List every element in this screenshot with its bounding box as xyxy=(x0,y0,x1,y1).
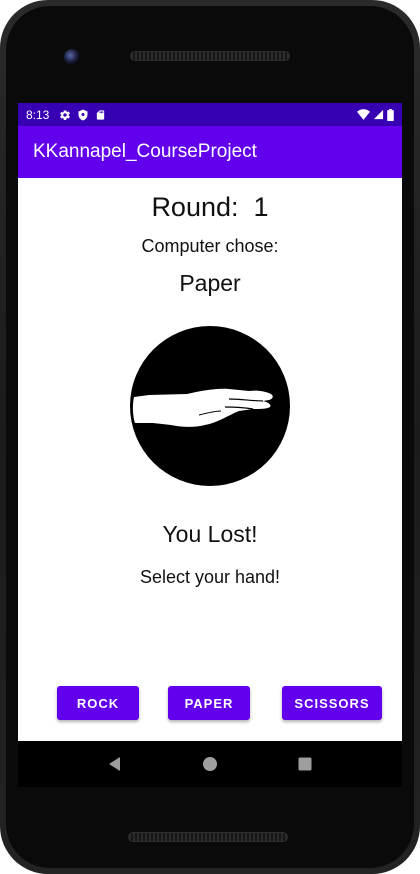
shield-icon xyxy=(77,109,89,121)
bottom-speaker xyxy=(128,832,288,842)
status-icons-left xyxy=(59,109,106,121)
recents-icon[interactable] xyxy=(291,750,319,778)
rock-button[interactable]: ROCK xyxy=(57,686,139,720)
status-bar: 8:13 xyxy=(18,103,402,126)
paper-button[interactable]: PAPER xyxy=(168,686,250,720)
signal-icon xyxy=(373,109,384,120)
game-content: Round: 1 Computer chose: Paper You Lost!… xyxy=(18,178,402,741)
computer-choice-text: Paper xyxy=(179,270,241,296)
app-bar: KKannapel_CourseProject xyxy=(18,126,402,178)
device-screen: 8:13 KKannapel_CourseProject Round: 1 Co… xyxy=(18,103,402,741)
status-icons-right xyxy=(357,108,394,121)
round-number: 1 xyxy=(253,192,269,222)
round-indicator: Round: 1 xyxy=(18,192,402,223)
earpiece-speaker xyxy=(130,51,290,61)
computer-chose-label: Computer chose: xyxy=(141,236,279,256)
front-camera xyxy=(64,49,80,65)
home-icon[interactable] xyxy=(196,750,224,778)
paper-hand-icon xyxy=(129,325,291,487)
status-time: 8:13 xyxy=(26,107,50,122)
wifi-icon xyxy=(357,109,370,120)
app-title: KKannapel_CourseProject xyxy=(33,141,257,162)
back-icon[interactable] xyxy=(101,750,129,778)
gear-icon xyxy=(59,109,71,121)
result-text: You Lost! xyxy=(162,521,258,547)
navigation-bar xyxy=(18,741,402,787)
battery-icon xyxy=(387,108,394,121)
select-hand-prompt: Select your hand! xyxy=(139,567,281,587)
round-label: Round: xyxy=(151,192,239,222)
sd-card-icon xyxy=(95,109,106,121)
scissors-button[interactable]: SCISSORS xyxy=(282,686,382,720)
